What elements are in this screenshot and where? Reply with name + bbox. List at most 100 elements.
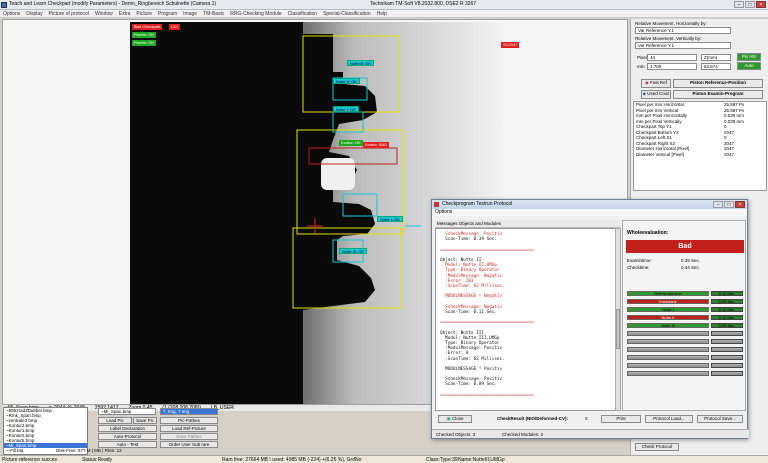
status-ram: Ram free: 27664 MB \ used: 4985 MB (-224…	[222, 457, 362, 463]
print-button[interactable]: Print	[601, 415, 641, 423]
pixel-unit-input[interactable]: Z(mm)	[701, 54, 731, 61]
module-bar: Referenzierung	[627, 291, 709, 296]
mm-input[interactable]: 1.700	[647, 63, 697, 70]
menu-picture-of-protocol[interactable]: Picture of protocol	[49, 11, 89, 17]
checked-modules: Checked Modules: 3	[502, 432, 544, 437]
module-bar	[627, 363, 709, 368]
log-scrollbar[interactable]	[615, 228, 621, 411]
pic-pathes-button[interactable]: Pic-Pathes	[160, 417, 218, 424]
first-ref-button[interactable]: ◆ Fast Ref	[641, 79, 671, 88]
module-bar: Nutte III	[627, 323, 709, 328]
overlay-sc2047: SC2047	[501, 42, 520, 48]
protocol-load-button[interactable]: Protocol Load...	[645, 415, 693, 423]
close-door-icon: ▣	[446, 416, 451, 421]
piston-examin-button[interactable]: Piston Examin-Program	[673, 90, 763, 99]
menu-special-classification[interactable]: Special-Classification	[323, 11, 371, 17]
app-icon	[1, 2, 7, 8]
protocol-title: Checkprogram Testrun Protocol	[442, 201, 513, 207]
module-bar-time	[711, 347, 743, 352]
property-value: 2047	[724, 151, 735, 157]
checktime-value: 0.44 Sec.	[681, 265, 701, 270]
module-bar-time	[711, 331, 743, 336]
menu-program[interactable]: Program	[158, 11, 177, 17]
piston-reference-button[interactable]: Piston Reference-Position	[673, 79, 763, 88]
menu-image[interactable]: Image	[183, 11, 197, 17]
overlay-nutte-iii-lower: Nutte III: OK	[339, 248, 368, 254]
minimize-icon[interactable]: –	[713, 201, 723, 208]
examtime-value: 0.39 Sec.	[681, 258, 701, 263]
close-icon[interactable]: ×	[756, 1, 766, 8]
result-badge: Bad	[626, 240, 744, 253]
auto-test-button[interactable]: Auto - Test	[98, 441, 157, 448]
auto-protocol-button[interactable]: Auto-Protocol	[98, 433, 157, 440]
module-bar: Nutte II	[627, 315, 709, 320]
save-pathes-button[interactable]: Save Pathes	[160, 433, 218, 440]
module-bar-time: 0.11 Sec.	[711, 291, 743, 296]
status-left: Picture reference succes	[2, 457, 58, 463]
file-name-input[interactable]: ~Mi_Span.bmp	[98, 408, 156, 415]
protocol-title-bar: Checkprogram Testrun Protocol – □ ×	[432, 200, 747, 209]
examtime-label: Examintime:	[627, 258, 652, 263]
pos-v-select[interactable]: Var Reference Y.1	[635, 42, 731, 49]
table-row[interactable]: Diameter Vertical [Pixel] 2047	[634, 152, 766, 158]
module-bar	[627, 339, 709, 344]
overlay-nutte-i-lower: Nutte I: OK	[377, 216, 403, 222]
pixel-input[interactable]: 44	[647, 54, 697, 61]
menu-options[interactable]: Options	[3, 11, 20, 17]
module-bar	[627, 347, 709, 352]
menu-window[interactable]: Window	[95, 11, 113, 17]
load-pic-button[interactable]: Load Pic	[98, 417, 132, 424]
pos-h-label: Relative Movement, Horizontally by:	[635, 21, 707, 26]
module-bar-time: 0.09 Sec.	[711, 323, 743, 328]
label-declaration-button[interactable]: Label Declaration	[98, 425, 157, 432]
menu-tm-basic[interactable]: TM-Basic	[203, 11, 224, 17]
protocol-save-button[interactable]: Protocol Save...	[697, 415, 743, 423]
pix-attr-button[interactable]: Pix Attr	[737, 53, 761, 61]
module-bar-time: 0.09 Sec.	[711, 299, 743, 304]
module-bar: Nutte I	[627, 307, 709, 312]
coords-icon: ◆	[642, 91, 646, 96]
protocol-window-controls: – □ ×	[713, 201, 745, 208]
pos-v-label: Relative Movement, Vertically by:	[635, 36, 702, 41]
pos-h-select[interactable]: Var Reference Y.1	[635, 27, 731, 34]
window-title: Teach and Learn Checkpart (modify Parame…	[9, 1, 217, 7]
protocol-dialog: Checkprogram Testrun Protocol – □ × Opti…	[431, 199, 749, 439]
save-pic-button[interactable]: Save Pic	[133, 417, 157, 424]
module-bar-time: 0.11 Sec.	[711, 307, 743, 312]
overlay-pixelm-1: Pixelm: OK	[132, 32, 157, 38]
status-name: Name:NutteIII,UMGp	[458, 457, 505, 463]
maximize-icon[interactable]: □	[745, 1, 755, 8]
module-bar-time	[711, 371, 743, 376]
close-button[interactable]: ▣ Close	[438, 415, 472, 423]
checktime-label: Checktime:	[627, 265, 650, 270]
menu-display[interactable]: Display	[26, 11, 42, 17]
scrollbar-thumb[interactable]	[616, 309, 620, 349]
menu-classification[interactable]: Classification	[288, 11, 317, 17]
used-coords-button[interactable]: ◆ Used Coos	[641, 90, 671, 99]
minimize-icon[interactable]: –	[734, 1, 744, 8]
checkresult-label: CheckResult (NIO/Deformed-CV):	[497, 416, 569, 421]
order-user-sub-rare-button[interactable]: Order User Sub rare	[160, 441, 218, 448]
menu-rrg-checking[interactable]: RRG-Checking Module	[230, 11, 281, 17]
mm-input-2[interactable]: 63.674	[701, 63, 731, 70]
image-type-combo[interactable]: ?, Img, ? Img	[160, 408, 218, 415]
protocol-menu-options[interactable]: Options	[432, 209, 747, 216]
close-icon[interactable]: ×	[735, 201, 745, 208]
load-ref-picture-button[interactable]: Load Ref-Picture	[160, 425, 218, 432]
overlay-cci: CCI	[169, 24, 180, 30]
status-ready: Status:Ready	[82, 457, 113, 463]
maximize-icon[interactable]: □	[724, 201, 734, 208]
log-line: ========================================…	[440, 392, 534, 398]
checkresult-value: 0	[585, 416, 588, 421]
menu-picture[interactable]: Picture	[136, 11, 152, 17]
menu-help[interactable]: Help	[377, 11, 387, 17]
module-bar: Impedanz	[627, 299, 709, 304]
checked-objects: Checked Objects: 3	[436, 432, 476, 437]
protocol-log[interactable]: ScheckMessage: Positiv Scan-Time: 0.39 S…	[435, 228, 617, 411]
check-protocol-button[interactable]: Check Protocol	[635, 443, 679, 451]
menu-extra[interactable]: Extra	[119, 11, 131, 17]
protocol-footer: ▣ Close CheckResult (NIO/Deformed-CV): 0…	[435, 413, 746, 425]
ref-icon: ◆	[645, 80, 649, 85]
protocol-group-label: Messages Objects and Modules	[435, 220, 620, 228]
mm-auto-button[interactable]: Auto	[737, 62, 761, 70]
